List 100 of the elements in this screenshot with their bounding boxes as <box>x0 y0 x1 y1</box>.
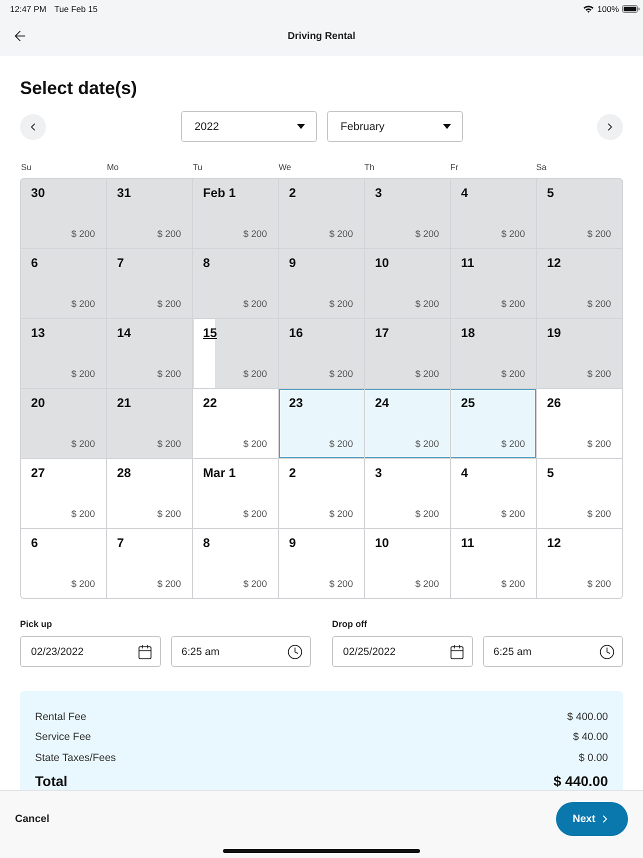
day-price: $ 200 <box>329 509 353 520</box>
calendar-day[interactable]: 8 $ 200 <box>193 529 278 598</box>
calendar-day[interactable]: 16 $ 200 <box>279 319 364 388</box>
calendar-day[interactable]: 26 $ 200 <box>537 389 622 458</box>
calendar-day[interactable]: 3 $ 200 <box>365 459 450 528</box>
day-price: $ 200 <box>71 579 95 590</box>
day-price: $ 200 <box>157 369 181 380</box>
calendar-day[interactable]: 9 $ 200 <box>279 529 364 598</box>
day-number: 10 <box>375 256 389 270</box>
calendar-day[interactable]: 25 $ 200 <box>451 389 536 458</box>
calendar-day[interactable]: 9 $ 200 <box>279 249 364 318</box>
day-price: $ 200 <box>157 229 181 240</box>
day-number: 3 <box>375 466 382 480</box>
calendar-day[interactable]: 8 $ 200 <box>193 249 278 318</box>
year-select[interactable]: 2022 <box>180 111 316 142</box>
calendar-day[interactable]: 5 $ 200 <box>537 459 622 528</box>
day-price: $ 200 <box>71 369 95 380</box>
calendar-day[interactable]: 14 $ 200 <box>107 319 192 388</box>
calendar-day[interactable]: 11 $ 200 <box>451 249 536 318</box>
calendar-day[interactable]: 27 $ 200 <box>21 459 106 528</box>
calendar-day[interactable]: 5 $ 200 <box>537 179 622 248</box>
day-price: $ 200 <box>587 299 611 310</box>
battery-percent: 100% <box>597 4 619 14</box>
day-price: $ 200 <box>243 369 267 380</box>
calendar-day[interactable]: Mar 1 $ 200 <box>193 459 278 528</box>
day-number: 27 <box>31 466 45 480</box>
month-select[interactable]: February <box>326 111 462 142</box>
calendar-day[interactable]: 4 $ 200 <box>451 179 536 248</box>
next-button[interactable]: Next <box>556 802 628 836</box>
calendar-day[interactable]: 30 $ 200 <box>21 179 106 248</box>
calendar-day[interactable]: 6 $ 200 <box>21 249 106 318</box>
day-number: 9 <box>289 256 296 270</box>
day-number: 11 <box>461 536 474 550</box>
day-number: 7 <box>117 536 124 550</box>
day-price: $ 200 <box>415 509 439 520</box>
day-number: 17 <box>375 326 389 340</box>
calendar-day[interactable]: 2 $ 200 <box>279 459 364 528</box>
fee-label: State Taxes/Fees <box>35 752 116 764</box>
day-price: $ 200 <box>243 299 267 310</box>
day-price: $ 200 <box>501 579 525 590</box>
calendar-day[interactable]: 21 $ 200 <box>107 389 192 458</box>
calendar-day[interactable]: 22 $ 200 <box>193 389 278 458</box>
calendar-day[interactable]: 10 $ 200 <box>365 529 450 598</box>
day-number: 19 <box>547 326 561 340</box>
day-price: $ 200 <box>587 439 611 450</box>
day-number: 4 <box>461 466 468 480</box>
calendar-day[interactable]: 20 $ 200 <box>21 389 106 458</box>
calendar-day[interactable]: 3 $ 200 <box>365 179 450 248</box>
calendar-day[interactable]: 6 $ 200 <box>21 529 106 598</box>
day-number: 4 <box>461 186 468 200</box>
calendar-day[interactable]: 7 $ 200 <box>107 249 192 318</box>
day-number: 3 <box>375 186 382 200</box>
calendar-day[interactable]: Feb 1 $ 200 <box>193 179 278 248</box>
day-price: $ 200 <box>243 439 267 450</box>
calendar-day[interactable]: 4 $ 200 <box>451 459 536 528</box>
calendar-day[interactable]: 10 $ 200 <box>365 249 450 318</box>
day-price: $ 200 <box>157 579 181 590</box>
calendar-day[interactable]: 15 $ 200 <box>193 319 278 388</box>
time-field[interactable]: 6:25 am <box>170 636 311 667</box>
day-price: $ 200 <box>587 369 611 380</box>
time-field[interactable]: 6:25 am <box>482 636 623 667</box>
day-price: $ 200 <box>501 229 525 240</box>
day-price: $ 200 <box>329 579 353 590</box>
calendar-day[interactable]: 19 $ 200 <box>537 319 622 388</box>
calendar-day[interactable]: 2 $ 200 <box>279 179 364 248</box>
fee-amount: $ 40.00 <box>572 731 608 743</box>
cancel-button[interactable]: Cancel <box>15 812 50 824</box>
calendar-day[interactable]: 17 $ 200 <box>365 319 450 388</box>
day-number: 8 <box>203 536 210 550</box>
day-number: 31 <box>117 186 131 200</box>
day-number: 7 <box>117 256 124 270</box>
day-number: 10 <box>375 536 389 550</box>
day-number: 22 <box>203 396 217 410</box>
status-time: 12:47 PM <box>10 4 46 14</box>
date-field[interactable]: 02/25/2022 <box>332 636 472 667</box>
calendar-day[interactable]: 28 $ 200 <box>107 459 192 528</box>
total-label: Total <box>35 772 68 788</box>
calendar-day[interactable]: 11 $ 200 <box>451 529 536 598</box>
calendar-icon <box>136 644 152 660</box>
day-number: 6 <box>31 536 38 550</box>
date-field[interactable]: 02/23/2022 <box>20 636 160 667</box>
calendar-day[interactable]: 12 $ 200 <box>537 249 622 318</box>
trip-label: Pick up <box>20 619 52 630</box>
calendar-day[interactable]: 23 $ 200 <box>279 389 364 458</box>
calendar-day[interactable]: 18 $ 200 <box>451 319 536 388</box>
day-price: $ 200 <box>243 579 267 590</box>
day-price: $ 200 <box>329 369 353 380</box>
day-number: 2 <box>289 466 296 480</box>
calendar-day[interactable]: 13 $ 200 <box>21 319 106 388</box>
calendar-day[interactable]: 12 $ 200 <box>537 529 622 598</box>
next-month-button[interactable] <box>597 114 623 140</box>
clock-icon <box>287 644 303 660</box>
total-amount: $ 440.00 <box>554 772 608 788</box>
previous-month-button[interactable] <box>20 114 46 140</box>
calendar-day[interactable]: 31 $ 200 <box>107 179 192 248</box>
calendar-day[interactable]: 24 $ 200 <box>365 389 450 458</box>
calendar-day[interactable]: 7 $ 200 <box>107 529 192 598</box>
weekday-label: Su <box>21 162 32 173</box>
battery-icon <box>622 5 640 13</box>
status-date: Tue Feb 15 <box>54 4 98 14</box>
